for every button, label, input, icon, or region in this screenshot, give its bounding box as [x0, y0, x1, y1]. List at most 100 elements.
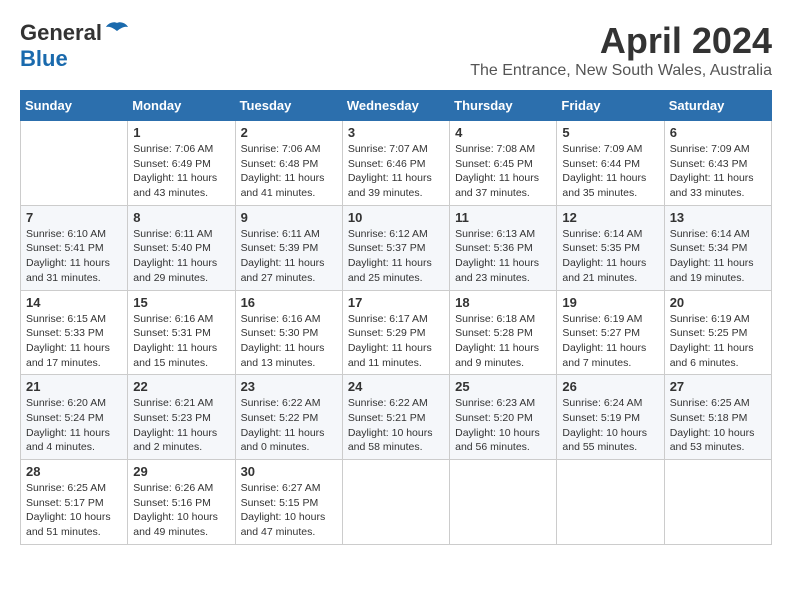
page-header: General Blue April 2024 The Entrance, Ne…: [20, 20, 772, 80]
day-number: 21: [26, 379, 122, 394]
day-number: 25: [455, 379, 551, 394]
day-info: Sunrise: 6:21 AM Sunset: 5:23 PM Dayligh…: [133, 396, 229, 455]
day-info: Sunrise: 6:23 AM Sunset: 5:20 PM Dayligh…: [455, 396, 551, 455]
day-info: Sunrise: 6:12 AM Sunset: 5:37 PM Dayligh…: [348, 227, 444, 286]
calendar-day-cell: 14 Sunrise: 6:15 AM Sunset: 5:33 PM Dayli…: [21, 290, 128, 375]
calendar-day-cell: 1 Sunrise: 7:06 AM Sunset: 6:49 PM Daylig…: [128, 121, 235, 206]
day-info: Sunrise: 6:26 AM Sunset: 5:16 PM Dayligh…: [133, 481, 229, 540]
calendar-day-cell: 22 Sunrise: 6:21 AM Sunset: 5:23 PM Dayli…: [128, 375, 235, 460]
day-info: Sunrise: 6:19 AM Sunset: 5:27 PM Dayligh…: [562, 312, 658, 371]
day-info: Sunrise: 7:06 AM Sunset: 6:49 PM Dayligh…: [133, 142, 229, 201]
calendar-day-cell: [342, 460, 449, 545]
calendar-day-cell: 12 Sunrise: 6:14 AM Sunset: 5:35 PM Dayli…: [557, 205, 664, 290]
day-number: 23: [241, 379, 337, 394]
day-number: 1: [133, 125, 229, 140]
day-number: 29: [133, 464, 229, 479]
calendar-day-cell: 29 Sunrise: 6:26 AM Sunset: 5:16 PM Dayli…: [128, 460, 235, 545]
title-area: April 2024 The Entrance, New South Wales…: [470, 20, 772, 80]
day-number: 4: [455, 125, 551, 140]
day-info: Sunrise: 6:11 AM Sunset: 5:40 PM Dayligh…: [133, 227, 229, 286]
day-info: Sunrise: 6:16 AM Sunset: 5:30 PM Dayligh…: [241, 312, 337, 371]
calendar-day-cell: 28Sunrise: 6:25 AM Sunset: 5:17 PM Dayli…: [21, 460, 128, 545]
day-number: 13: [670, 210, 766, 225]
day-number: 5: [562, 125, 658, 140]
day-info: Sunrise: 6:19 AM Sunset: 5:25 PM Dayligh…: [670, 312, 766, 371]
day-number: 18: [455, 295, 551, 310]
calendar-day-cell: 15 Sunrise: 6:16 AM Sunset: 5:31 PM Dayli…: [128, 290, 235, 375]
day-number: 12: [562, 210, 658, 225]
day-number: 16: [241, 295, 337, 310]
day-number: 8: [133, 210, 229, 225]
day-info: Sunrise: 7:07 AM Sunset: 6:46 PM Dayligh…: [348, 142, 444, 201]
day-info: Sunrise: 6:16 AM Sunset: 5:31 PM Dayligh…: [133, 312, 229, 371]
logo-general-text: General: [20, 20, 102, 46]
calendar-table: SundayMondayTuesdayWednesdayThursdayFrid…: [20, 90, 772, 545]
calendar-day-cell: 9Sunrise: 6:11 AM Sunset: 5:39 PM Daylig…: [235, 205, 342, 290]
calendar-week-row: 7 Sunrise: 6:10 AM Sunset: 5:41 PM Daylig…: [21, 205, 772, 290]
day-number: 27: [670, 379, 766, 394]
day-number: 9: [241, 210, 337, 225]
calendar-day-cell: [557, 460, 664, 545]
day-info: Sunrise: 6:14 AM Sunset: 5:34 PM Dayligh…: [670, 227, 766, 286]
weekday-header-cell: Sunday: [21, 91, 128, 121]
calendar-day-cell: 27Sunrise: 6:25 AM Sunset: 5:18 PM Dayli…: [664, 375, 771, 460]
calendar-day-cell: 23Sunrise: 6:22 AM Sunset: 5:22 PM Dayli…: [235, 375, 342, 460]
calendar-day-cell: 11 Sunrise: 6:13 AM Sunset: 5:36 PM Dayli…: [450, 205, 557, 290]
calendar-day-cell: 25 Sunrise: 6:23 AM Sunset: 5:20 PM Dayli…: [450, 375, 557, 460]
day-number: 6: [670, 125, 766, 140]
day-info: Sunrise: 6:20 AM Sunset: 5:24 PM Dayligh…: [26, 396, 122, 455]
month-title: April 2024: [470, 20, 772, 62]
day-number: 14: [26, 295, 122, 310]
day-number: 19: [562, 295, 658, 310]
calendar-day-cell: 20 Sunrise: 6:19 AM Sunset: 5:25 PM Dayli…: [664, 290, 771, 375]
day-number: 17: [348, 295, 444, 310]
calendar-week-row: 21 Sunrise: 6:20 AM Sunset: 5:24 PM Dayli…: [21, 375, 772, 460]
day-info: Sunrise: 6:13 AM Sunset: 5:36 PM Dayligh…: [455, 227, 551, 286]
day-number: 15: [133, 295, 229, 310]
calendar-day-cell: 8 Sunrise: 6:11 AM Sunset: 5:40 PM Daylig…: [128, 205, 235, 290]
weekday-header-cell: Friday: [557, 91, 664, 121]
calendar-day-cell: 18Sunrise: 6:18 AM Sunset: 5:28 PM Dayli…: [450, 290, 557, 375]
day-number: 30: [241, 464, 337, 479]
day-info: Sunrise: 6:27 AM Sunset: 5:15 PM Dayligh…: [241, 481, 337, 540]
calendar-day-cell: 26Sunrise: 6:24 AM Sunset: 5:19 PM Dayli…: [557, 375, 664, 460]
day-number: 24: [348, 379, 444, 394]
day-info: Sunrise: 7:09 AM Sunset: 6:43 PM Dayligh…: [670, 142, 766, 201]
logo-blue-text: Blue: [20, 46, 68, 71]
day-number: 10: [348, 210, 444, 225]
day-info: Sunrise: 6:17 AM Sunset: 5:29 PM Dayligh…: [348, 312, 444, 371]
day-info: Sunrise: 7:09 AM Sunset: 6:44 PM Dayligh…: [562, 142, 658, 201]
calendar-day-cell: 10 Sunrise: 6:12 AM Sunset: 5:37 PM Dayli…: [342, 205, 449, 290]
day-number: 28: [26, 464, 122, 479]
day-number: 11: [455, 210, 551, 225]
day-number: 22: [133, 379, 229, 394]
logo-bird-icon: [106, 21, 128, 46]
calendar-day-cell: [21, 121, 128, 206]
day-number: 2: [241, 125, 337, 140]
location-subtitle: The Entrance, New South Wales, Australia: [470, 62, 772, 80]
calendar-week-row: 14 Sunrise: 6:15 AM Sunset: 5:33 PM Dayli…: [21, 290, 772, 375]
logo: General Blue: [20, 20, 128, 72]
calendar-day-cell: 5 Sunrise: 7:09 AM Sunset: 6:44 PM Daylig…: [557, 121, 664, 206]
calendar-day-cell: 2 Sunrise: 7:06 AM Sunset: 6:48 PM Daylig…: [235, 121, 342, 206]
day-info: Sunrise: 6:15 AM Sunset: 5:33 PM Dayligh…: [26, 312, 122, 371]
weekday-header-cell: Tuesday: [235, 91, 342, 121]
day-info: Sunrise: 7:08 AM Sunset: 6:45 PM Dayligh…: [455, 142, 551, 201]
day-info: Sunrise: 7:06 AM Sunset: 6:48 PM Dayligh…: [241, 142, 337, 201]
weekday-header-row: SundayMondayTuesdayWednesdayThursdayFrid…: [21, 91, 772, 121]
calendar-day-cell: [450, 460, 557, 545]
calendar-day-cell: 24Sunrise: 6:22 AM Sunset: 5:21 PM Dayli…: [342, 375, 449, 460]
calendar-body: 1 Sunrise: 7:06 AM Sunset: 6:49 PM Daylig…: [21, 121, 772, 545]
day-number: 7: [26, 210, 122, 225]
day-info: Sunrise: 6:14 AM Sunset: 5:35 PM Dayligh…: [562, 227, 658, 286]
calendar-day-cell: 16 Sunrise: 6:16 AM Sunset: 5:30 PM Dayli…: [235, 290, 342, 375]
day-info: Sunrise: 6:10 AM Sunset: 5:41 PM Dayligh…: [26, 227, 122, 286]
calendar-day-cell: 13 Sunrise: 6:14 AM Sunset: 5:34 PM Dayli…: [664, 205, 771, 290]
calendar-week-row: 1 Sunrise: 7:06 AM Sunset: 6:49 PM Daylig…: [21, 121, 772, 206]
day-number: 3: [348, 125, 444, 140]
calendar-day-cell: 7 Sunrise: 6:10 AM Sunset: 5:41 PM Daylig…: [21, 205, 128, 290]
calendar-day-cell: 30 Sunrise: 6:27 AM Sunset: 5:15 PM Dayli…: [235, 460, 342, 545]
calendar-day-cell: 17 Sunrise: 6:17 AM Sunset: 5:29 PM Dayli…: [342, 290, 449, 375]
day-info: Sunrise: 6:24 AM Sunset: 5:19 PM Dayligh…: [562, 396, 658, 455]
day-number: 20: [670, 295, 766, 310]
